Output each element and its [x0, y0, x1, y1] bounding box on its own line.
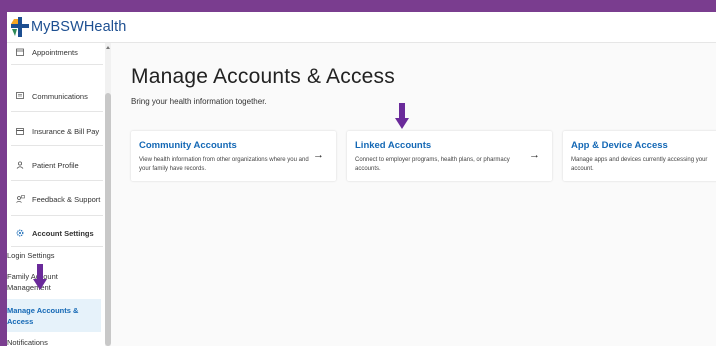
sidebar-item-label: Appointments	[32, 47, 78, 57]
divider	[11, 180, 103, 181]
arrow-down-marker-icon	[395, 103, 409, 129]
scroll-up-arrow-icon[interactable]	[106, 46, 110, 49]
card-title: App & Device Access	[571, 140, 668, 151]
divider	[11, 246, 103, 247]
subitem-label-block: Manage Accounts & Access	[7, 305, 78, 327]
sidebar-item-communications[interactable]: Communications	[7, 89, 105, 103]
arrow-right-icon: →	[313, 149, 324, 161]
divider	[11, 64, 103, 65]
sidebar-subitem-notifications[interactable]: Notifications	[7, 337, 48, 346]
sidebar: Appointments Communications Insurance & …	[7, 43, 105, 346]
gear-icon	[15, 228, 25, 238]
divider	[11, 111, 103, 112]
sidebar-subitem-manage-accounts[interactable]: Manage Accounts & Access	[7, 299, 101, 332]
sidebar-item-insurance[interactable]: Insurance & Bill Pay	[7, 124, 105, 138]
sidebar-item-appointments[interactable]: Appointments	[7, 45, 105, 59]
sidebar-item-label: Insurance & Bill Pay	[32, 126, 100, 136]
subitem-label: Notifications	[7, 338, 48, 346]
sidebar-item-label: Feedback & Support	[32, 194, 101, 204]
calendar-icon	[15, 47, 25, 57]
divider	[11, 215, 103, 216]
subitem-label-line1: Manage Accounts &	[7, 306, 79, 315]
subitem-label-line2: Access	[7, 317, 34, 326]
page-subtitle: Bring your health information together.	[131, 97, 267, 106]
sidebar-item-feedback[interactable]: Feedback & Support	[7, 192, 105, 206]
card-title: Linked Accounts	[355, 140, 432, 151]
sidebar-item-account-settings[interactable]: Account Settings	[7, 226, 105, 240]
main-content: Manage Accounts & Access Bring your heal…	[111, 43, 716, 346]
card-app-device-access[interactable]: App & Device Access Manage apps and devi…	[563, 131, 716, 181]
person-icon	[15, 160, 25, 170]
card-community-accounts[interactable]: Community Accounts View health informati…	[131, 131, 336, 181]
sidebar-item-patient-profile[interactable]: Patient Profile	[7, 158, 105, 172]
sidebar-item-label: Communications	[32, 91, 88, 101]
message-icon	[15, 91, 25, 101]
sidebar-item-label: Patient Profile	[32, 160, 79, 170]
app-header: MyBSWHealth	[7, 12, 716, 43]
feedback-icon	[15, 194, 25, 204]
app-name: MyBSWHealth	[31, 19, 127, 35]
page-title: Manage Accounts & Access	[131, 65, 395, 88]
card-description: Connect to employer programs, health pla…	[355, 157, 510, 172]
bsw-logo-icon	[11, 17, 29, 37]
arrow-down-marker-icon	[33, 264, 47, 290]
subitem-label: Login Settings	[7, 251, 55, 260]
card-linked-accounts[interactable]: Linked Accounts Connect to employer prog…	[347, 131, 552, 181]
sidebar-item-label: Account Settings	[32, 228, 94, 238]
app-window: MyBSWHealth Appointments Communications …	[7, 12, 716, 346]
credit-card-icon	[15, 126, 25, 136]
divider	[11, 145, 103, 146]
card-description: View health information from other organ…	[139, 157, 309, 172]
card-description: Manage apps and devices currently access…	[571, 157, 708, 172]
logo[interactable]: MyBSWHealth	[11, 17, 126, 37]
card-title: Community Accounts	[139, 140, 237, 151]
sidebar-subitem-login-settings[interactable]: Login Settings	[7, 250, 55, 261]
arrow-right-icon: →	[529, 149, 540, 161]
